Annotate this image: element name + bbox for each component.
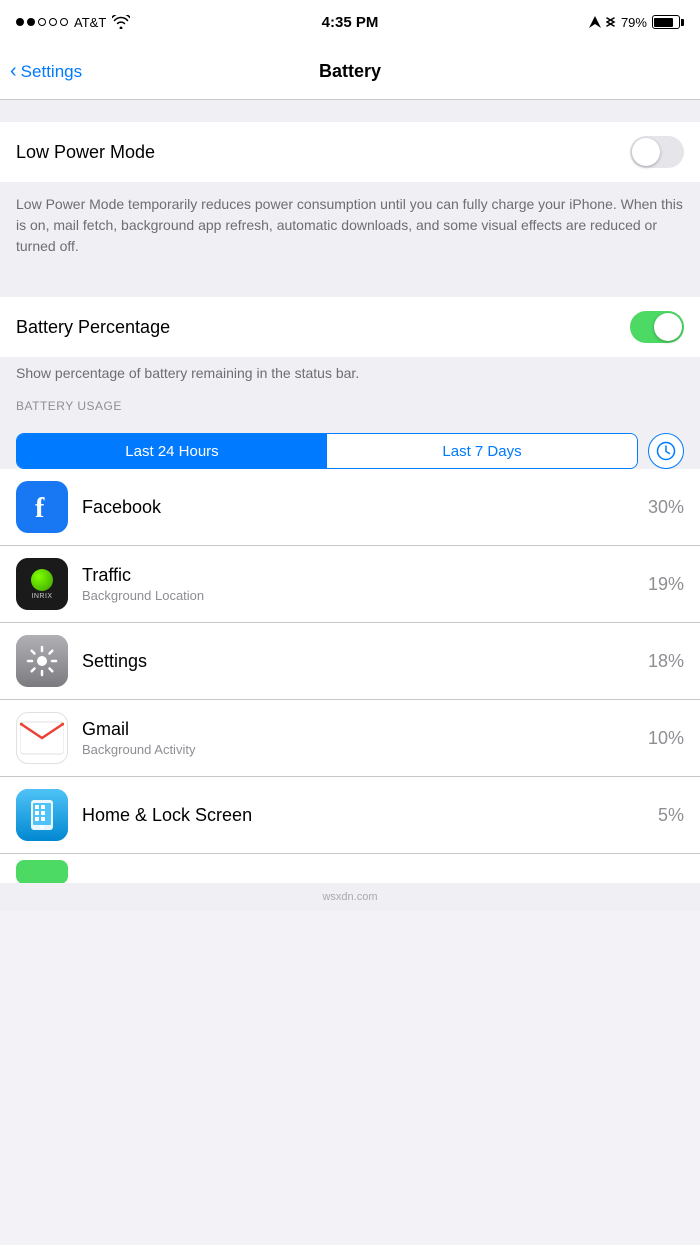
low-power-mode-description: Low Power Mode temporarily reduces power… [0, 182, 700, 275]
traffic-app-icon: INRIX [16, 558, 68, 610]
gmail-app-info: Gmail Background Activity [82, 719, 648, 757]
battery-percentage: 79% [621, 15, 647, 30]
low-power-mode-toggle[interactable] [630, 136, 684, 168]
section-gap-2 [0, 275, 700, 297]
traffic-app-subtitle: Background Location [82, 588, 648, 603]
watermark: wsxdn.com [0, 883, 700, 911]
settings-app-name: Settings [82, 651, 648, 672]
low-power-mode-section: Low Power Mode [0, 122, 700, 182]
time-selector[interactable]: Last 24 Hours Last 7 Days [16, 433, 638, 469]
bluetooth-icon [606, 15, 616, 29]
traffic-app-name: Traffic [82, 565, 648, 586]
battery-percentage-label: Battery Percentage [16, 317, 170, 338]
app-row-facebook[interactable]: f Facebook 30% [0, 469, 700, 546]
back-label: Settings [21, 62, 82, 82]
back-chevron-icon: ‹ [10, 61, 17, 81]
battery-usage-label: BATTERY USAGE [16, 399, 122, 413]
battery-icon [652, 15, 684, 29]
homescreen-app-percentage: 5% [658, 805, 684, 826]
facebook-app-icon: f [16, 481, 68, 533]
section-gap-top [0, 100, 700, 122]
svg-text:f: f [35, 493, 45, 522]
status-right: 79% [544, 15, 684, 30]
gmail-app-subtitle: Background Activity [82, 742, 648, 757]
facebook-app-info: Facebook [82, 497, 648, 518]
facebook-app-percentage: 30% [648, 497, 684, 518]
wifi-icon [112, 15, 130, 29]
traffic-inrix-label: INRIX [31, 593, 52, 600]
facebook-app-name: Facebook [82, 497, 648, 518]
toggle-knob-2 [654, 313, 682, 341]
signal-dot-3 [38, 18, 46, 26]
app-row-homescreen[interactable]: Home & Lock Screen 5% [0, 777, 700, 853]
battery-percentage-section: Battery Percentage [0, 297, 700, 357]
signal-dot-5 [60, 18, 68, 26]
gmail-app-name: Gmail [82, 719, 648, 740]
status-bar: AT&T 4:35 PM 79% [0, 0, 700, 44]
battery-percentage-description: Show percentage of battery remaining in … [0, 357, 700, 387]
back-button[interactable]: ‹ Settings [10, 62, 82, 82]
signal-dot-1 [16, 18, 24, 26]
partial-row [0, 853, 700, 883]
low-power-mode-row: Low Power Mode [0, 122, 700, 182]
app-row-traffic[interactable]: INRIX Traffic Background Location 19% [0, 546, 700, 623]
signal-dot-2 [27, 18, 35, 26]
traffic-green-dot [31, 569, 53, 591]
location-icon [589, 16, 601, 28]
settings-app-percentage: 18% [648, 651, 684, 672]
battery-percentage-toggle[interactable] [630, 311, 684, 343]
battery-percentage-row: Battery Percentage [0, 297, 700, 357]
homescreen-app-name: Home & Lock Screen [82, 805, 658, 826]
homescreen-app-icon [16, 789, 68, 841]
signal-dots [16, 18, 68, 26]
traffic-app-percentage: 19% [648, 574, 684, 595]
last-7-days-button[interactable]: Last 7 Days [327, 434, 637, 468]
battery-usage-section-label: BATTERY USAGE [0, 387, 700, 421]
homescreen-app-info: Home & Lock Screen [82, 805, 658, 826]
clock-icon[interactable] [648, 433, 684, 469]
status-time: 4:35 PM [322, 14, 379, 31]
page-title: Battery [319, 61, 381, 82]
traffic-app-info: Traffic Background Location [82, 565, 648, 603]
app-usage-list: f Facebook 30% INRIX Traffic Background … [0, 469, 700, 853]
app-row-settings[interactable]: Settings 18% [0, 623, 700, 700]
nav-bar: ‹ Settings Battery [0, 44, 700, 100]
app-row-gmail[interactable]: Gmail Background Activity 10% [0, 700, 700, 777]
battery-percentage-description-text: Show percentage of battery remaining in … [16, 365, 684, 381]
low-power-mode-label: Low Power Mode [16, 142, 155, 163]
signal-dot-4 [49, 18, 57, 26]
gmail-app-percentage: 10% [648, 728, 684, 749]
low-power-mode-description-text: Low Power Mode temporarily reduces power… [16, 194, 684, 257]
settings-app-info: Settings [82, 651, 648, 672]
carrier-label: AT&T [74, 15, 106, 30]
toggle-knob [632, 138, 660, 166]
time-selector-wrapper: Last 24 Hours Last 7 Days [0, 421, 700, 469]
settings-app-icon [16, 635, 68, 687]
last-24-hours-button[interactable]: Last 24 Hours [17, 434, 327, 468]
status-left: AT&T [16, 15, 156, 30]
gmail-app-icon [16, 712, 68, 764]
